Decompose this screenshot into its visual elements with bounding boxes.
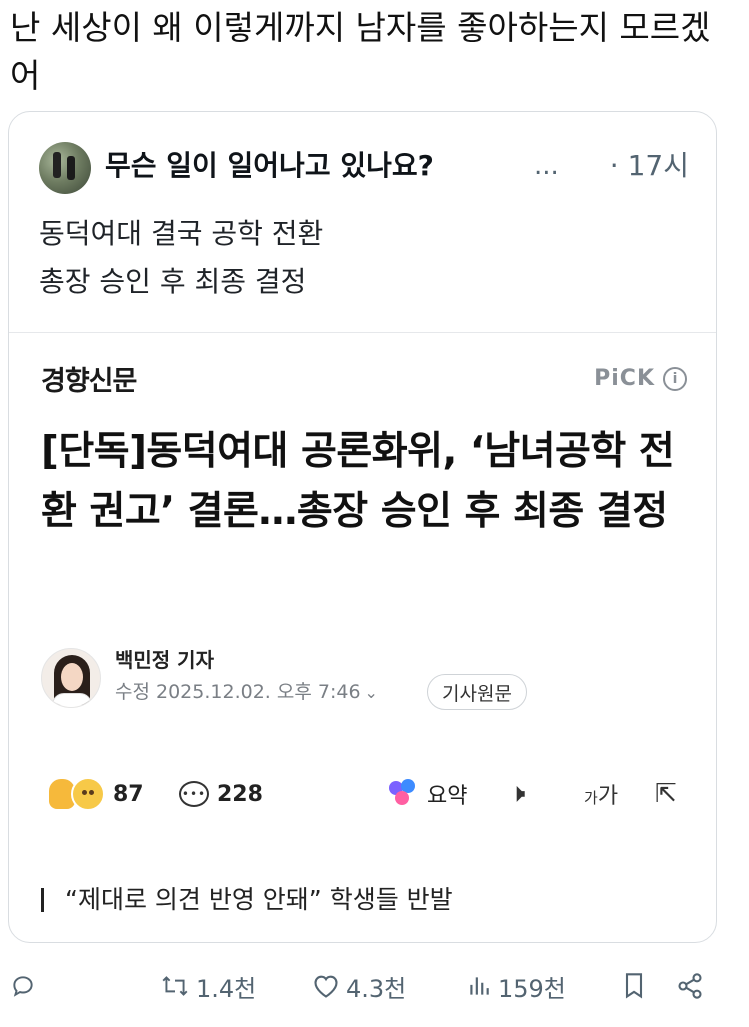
news-actions: 87 ••• 228 요약 🕨 가가 ⇱: [39, 772, 687, 816]
post-action-bar: 1.4천 4.3천 159천: [0, 960, 749, 1012]
quoted-author-ellipsis: ...: [534, 151, 559, 181]
reply-button[interactable]: [10, 960, 36, 1012]
share-icon: [678, 973, 702, 999]
retweet-icon: [162, 976, 188, 996]
pick-badge[interactable]: PiCK i: [594, 366, 687, 391]
quoted-author-avatar[interactable]: [39, 142, 91, 194]
reporter-name[interactable]: 백민정 기자: [115, 646, 214, 674]
summary-label: 요약: [427, 784, 468, 809]
retweet-button[interactable]: 1.4천: [160, 960, 256, 1012]
pull-quote-text: “제대로 의견 반영 안돼” 학생들 반발: [65, 885, 453, 914]
summary-button[interactable]: 요약: [389, 772, 467, 816]
card-divider: [9, 332, 716, 333]
reporter-info: 백민정 기자 수정 2025.12.02. 오후 7:46 ⌄ 기사원문: [41, 646, 641, 710]
share-button[interactable]: [676, 960, 704, 1012]
reporter-avatar[interactable]: [41, 648, 101, 708]
font-size-button[interactable]: 가가: [584, 772, 618, 816]
bookmark-button[interactable]: [622, 960, 646, 1012]
listen-button[interactable]: 🕨: [509, 772, 525, 816]
share-icon: ⇱: [655, 779, 677, 809]
views-count: 159천: [498, 974, 566, 1003]
comments-count: 228: [217, 781, 263, 807]
speaker-icon: 🕨: [509, 778, 526, 809]
views-icon: [470, 977, 489, 995]
info-icon[interactable]: i: [663, 366, 687, 391]
comment-icon: •••: [179, 781, 209, 807]
smile-emoji-icon: [71, 777, 105, 811]
views-button[interactable]: 159천: [466, 960, 566, 1012]
article-pull-quote: “제대로 의견 반영 안돼” 학생들 반발: [39, 882, 687, 922]
news-headline[interactable]: [단독]동덕여대 공론화위, ‘남녀공학 전환 권고’ 결론…총장 승인 후 최…: [41, 422, 687, 542]
heart-icon: [314, 975, 338, 998]
pick-label: PiCK: [594, 366, 655, 391]
reactions-button[interactable]: 87: [49, 772, 144, 816]
post-text: 난 세상이 왜 이렇게까지 남자를 좋아하는지 모르겠어: [10, 8, 711, 95]
quoted-post-card[interactable]: 무슨 일이 일어나고 있나요? ... · 17시 동덕여대 결국 공학 전환 …: [8, 111, 717, 943]
like-button[interactable]: 4.3천: [312, 960, 406, 1012]
quoted-post-body: 동덕여대 결국 공학 전환 총장 승인 후 최종 결정: [39, 210, 323, 306]
comments-button[interactable]: ••• 228: [179, 772, 263, 816]
quote-bar: [41, 888, 44, 912]
ai-summary-icon: [389, 779, 419, 809]
original-article-button[interactable]: 기사원문: [427, 674, 527, 710]
font-size-icon: 가가: [584, 784, 619, 809]
bookmark-icon: [625, 973, 643, 999]
updated-date-text: 수정 2025.12.02. 오후 7:46: [115, 681, 361, 703]
quoted-post-line-1: 동덕여대 결국 공학 전환: [39, 217, 324, 250]
quoted-post-line-2: 총장 승인 후 최종 결정: [39, 265, 307, 298]
reply-icon: [13, 976, 33, 997]
like-count: 4.3천: [346, 974, 407, 1003]
share-article-button[interactable]: ⇱: [655, 772, 677, 816]
reactions-count: 87: [113, 781, 144, 807]
retweet-count: 1.4천: [196, 974, 257, 1003]
publisher-logo: 경향신문: [41, 366, 137, 397]
updated-date[interactable]: 수정 2025.12.02. 오후 7:46 ⌄: [115, 678, 378, 707]
chevron-down-icon: ⌄: [364, 683, 378, 702]
quoted-post-time: · 17시: [609, 149, 689, 182]
quoted-post-header: 무슨 일이 일어나고 있나요? ... · 17시: [39, 142, 689, 194]
quoted-author-name[interactable]: 무슨 일이 일어나고 있나요?: [105, 146, 434, 186]
